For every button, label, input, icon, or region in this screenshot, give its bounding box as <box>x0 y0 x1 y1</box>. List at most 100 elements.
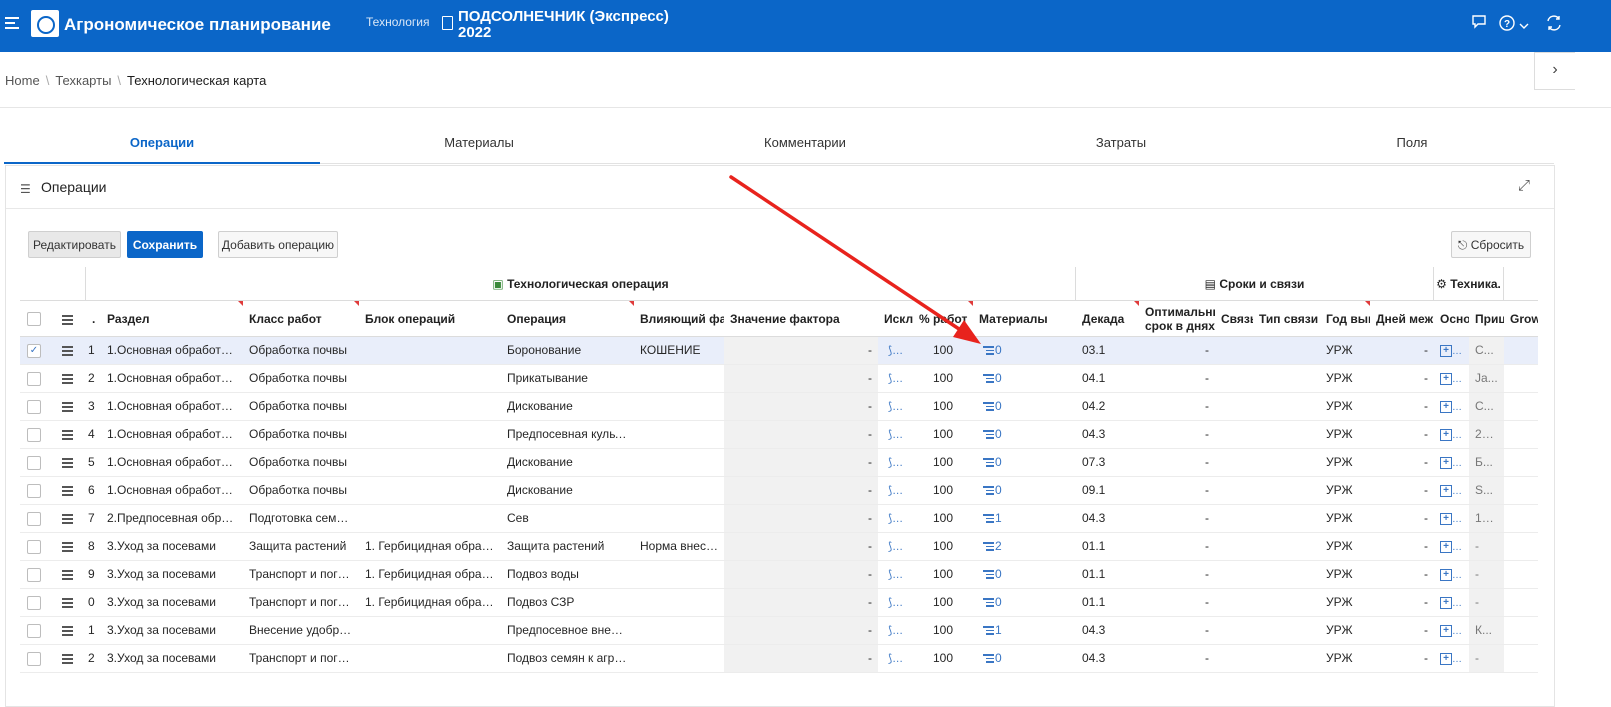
cell-grow[interactable] <box>1504 421 1538 448</box>
cell-fval[interactable]: - <box>724 365 878 392</box>
row-actions-cell[interactable] <box>49 589 86 616</box>
table-row[interactable]: 8 3.Уход за посевами Защита растений 1. Гер… <box>20 533 1538 561</box>
cell-tip[interactable] <box>1253 449 1320 476</box>
materials-list-icon[interactable] <box>983 402 994 411</box>
row-checkbox[interactable] <box>27 456 41 470</box>
materials-list-icon[interactable] <box>983 374 994 383</box>
cell-klass[interactable]: Подготовка семян ... <box>243 505 359 532</box>
table-row[interactable]: 9 3.Уход за посевами Транспорт и погру... 1… <box>20 561 1538 589</box>
col-dekada[interactable]: Декада <box>1076 301 1139 337</box>
cell-god[interactable]: УРЖ <box>1320 421 1370 448</box>
cell-pct[interactable]: 100 <box>913 645 973 672</box>
cell-tip[interactable] <box>1253 589 1320 616</box>
cell-factor[interactable] <box>634 449 724 476</box>
cell-iskl[interactable]: ⟆… <box>878 365 913 392</box>
row-checkbox[interactable] <box>27 400 41 414</box>
cell-tip[interactable] <box>1253 533 1320 560</box>
cell-razdel[interactable]: 3.Уход за посевами <box>101 561 243 588</box>
row-actions-cell[interactable] <box>49 505 86 532</box>
cell-blok[interactable] <box>359 365 501 392</box>
cell-factor[interactable] <box>634 365 724 392</box>
cell-op[interactable]: Дискование <box>501 393 634 420</box>
cell-god[interactable]: УРЖ <box>1320 337 1370 364</box>
cell-pric[interactable]: С... <box>1469 393 1504 420</box>
materials-count[interactable]: 0 <box>995 651 1002 665</box>
cell-svyaz[interactable] <box>1215 589 1253 616</box>
cell-god[interactable]: УРЖ <box>1320 645 1370 672</box>
link-icon[interactable]: ⟆… <box>888 401 903 413</box>
cell-svyaz[interactable] <box>1215 645 1253 672</box>
cell-blok[interactable] <box>359 645 501 672</box>
cell-dney[interactable]: - <box>1370 561 1434 588</box>
tab-fields[interactable]: Поля <box>1270 125 1554 162</box>
add-icon[interactable]: + <box>1440 456 1452 469</box>
row-menu-icon[interactable] <box>62 346 73 358</box>
cell-tip[interactable] <box>1253 561 1320 588</box>
cell-osnov[interactable]: +… <box>1434 533 1469 560</box>
row-menu-icon[interactable] <box>62 654 73 666</box>
col-blok[interactable]: Блок операций <box>359 301 501 337</box>
cell-razdel[interactable]: 2.Предпосевная обрабо... <box>101 505 243 532</box>
cell-materials[interactable]: 0 <box>973 365 1076 392</box>
cell-iskl[interactable]: ⟆… <box>878 533 913 560</box>
cell-dney[interactable]: - <box>1370 365 1434 392</box>
cell-tip[interactable] <box>1253 617 1320 644</box>
cell-iskl[interactable]: ⟆… <box>878 645 913 672</box>
cell-dekada[interactable]: 01.1 <box>1076 561 1139 588</box>
table-row[interactable]: 1 3.Уход за посевами Внесение удобрен... Пр… <box>20 617 1538 645</box>
cell-opt[interactable]: - <box>1139 421 1215 448</box>
cell-osnov[interactable]: +… <box>1434 589 1469 616</box>
cell-op[interactable]: Боронование <box>501 337 634 364</box>
cell-blok[interactable] <box>359 449 501 476</box>
table-row[interactable]: 3 1.Основная обработка п... Обработка почв… <box>20 393 1538 421</box>
cell-tip[interactable] <box>1253 421 1320 448</box>
cell-pric[interactable]: - <box>1469 533 1504 560</box>
cell-materials[interactable]: 0 <box>973 393 1076 420</box>
row-menu-icon[interactable] <box>62 542 73 554</box>
cell-dekada[interactable]: 01.1 <box>1076 533 1139 560</box>
cell-dney[interactable]: - <box>1370 589 1434 616</box>
row-checkbox[interactable] <box>27 624 41 638</box>
col-dney[interactable]: Дней меж <box>1370 301 1434 337</box>
cell-factor[interactable] <box>634 589 724 616</box>
cell-pct[interactable]: 100 <box>913 505 973 532</box>
col-iskl[interactable]: Искл <box>878 301 913 337</box>
add-icon[interactable]: + <box>1440 484 1452 497</box>
row-menu-icon[interactable] <box>62 374 73 386</box>
col-klass[interactable]: Класс работ <box>243 301 359 337</box>
materials-count[interactable]: 0 <box>995 567 1002 581</box>
cell-dney[interactable]: - <box>1370 393 1434 420</box>
col-tip[interactable]: Тип связи <box>1253 301 1320 337</box>
cell-osnov[interactable]: +… <box>1434 561 1469 588</box>
link-icon[interactable]: ⟆… <box>888 345 903 357</box>
cell-opt[interactable]: - <box>1139 393 1215 420</box>
row-menu-icon[interactable] <box>62 486 73 498</box>
cell-grow[interactable] <box>1504 589 1538 616</box>
row-checkbox[interactable] <box>27 484 41 498</box>
col-factor[interactable]: Влияющий факт <box>634 301 724 337</box>
link-icon[interactable]: ⟆… <box>888 625 903 637</box>
cell-klass[interactable]: Транспорт и погру... <box>243 561 359 588</box>
edit-button[interactable]: Редактировать <box>28 231 121 258</box>
cell-svyaz[interactable] <box>1215 365 1253 392</box>
row-menu-icon[interactable] <box>62 570 73 582</box>
add-icon[interactable]: + <box>1440 568 1452 581</box>
add-icon[interactable]: + <box>1440 344 1452 357</box>
cell-grow[interactable] <box>1504 477 1538 504</box>
cell-materials[interactable]: 0 <box>973 645 1076 672</box>
tab-comments[interactable]: Комментарии <box>638 125 972 162</box>
cell-pric[interactable]: 22... <box>1469 421 1504 448</box>
cell-god[interactable]: УРЖ <box>1320 477 1370 504</box>
cell-pct[interactable]: 100 <box>913 421 973 448</box>
tab-costs[interactable]: Затраты <box>972 125 1270 162</box>
materials-count[interactable]: 0 <box>995 427 1002 441</box>
cell-fval[interactable]: - <box>724 561 878 588</box>
breadcrumb-parent[interactable]: Техкарты <box>55 73 111 88</box>
row-actions-cell[interactable] <box>49 533 86 560</box>
cell-grow[interactable] <box>1504 337 1538 364</box>
cell-razdel[interactable]: 1.Основная обработка п... <box>101 449 243 476</box>
cell-god[interactable]: УРЖ <box>1320 449 1370 476</box>
materials-count[interactable]: 1 <box>995 511 1002 525</box>
cell-pric[interactable]: 16... <box>1469 505 1504 532</box>
cell-dney[interactable]: - <box>1370 533 1434 560</box>
